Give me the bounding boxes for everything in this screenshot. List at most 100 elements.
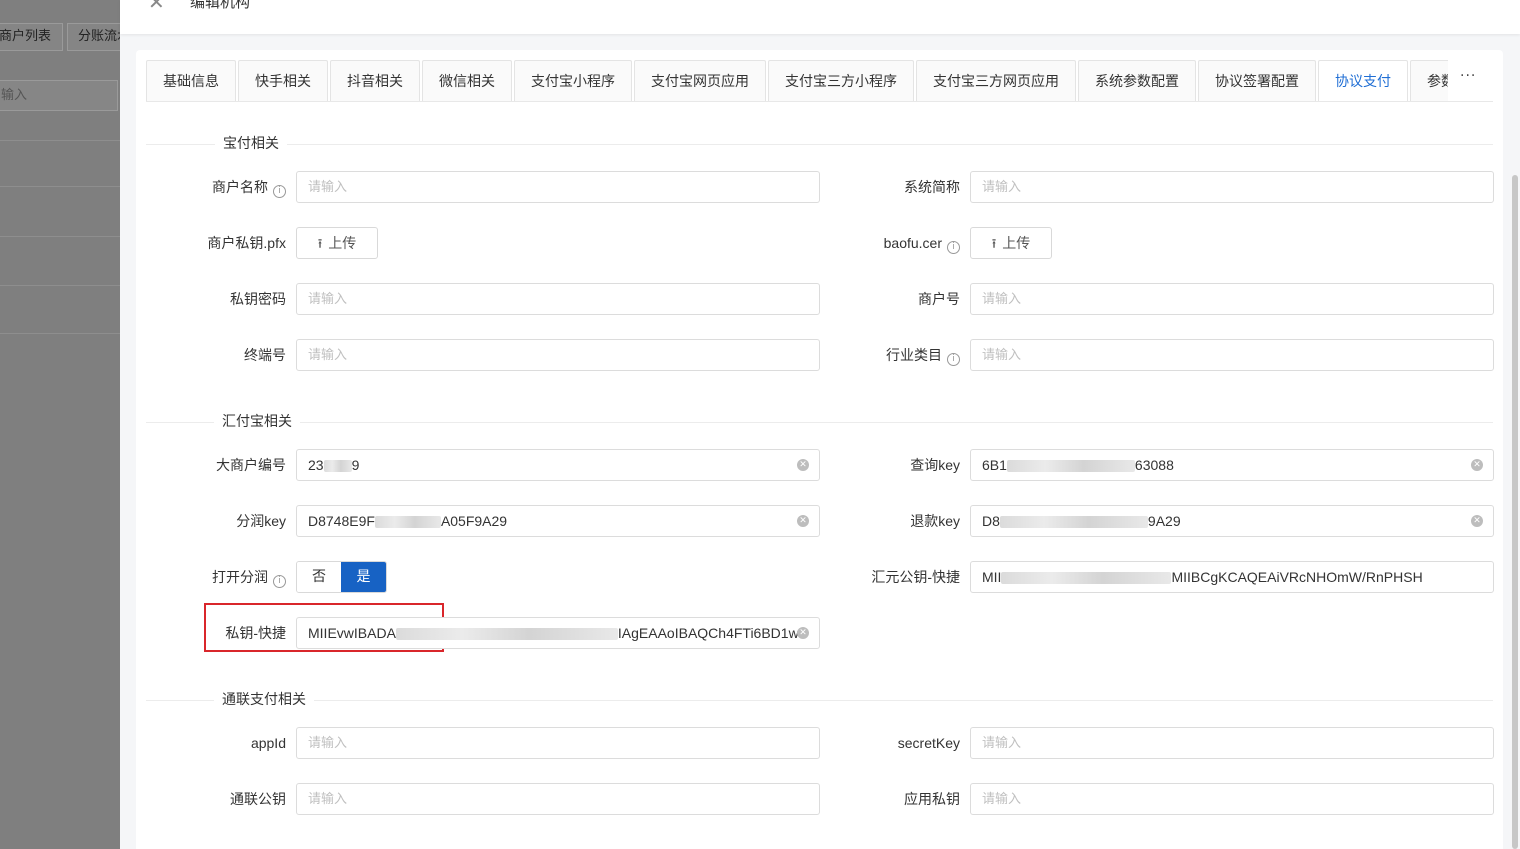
tab-basic-info[interactable]: 基础信息 bbox=[146, 60, 236, 102]
tab-alipay-third-miniapp[interactable]: 支付宝三方小程序 bbox=[768, 60, 914, 102]
tab-alipay-miniapp[interactable]: 支付宝小程序 bbox=[514, 60, 632, 102]
upload-icon: ⭱ bbox=[991, 236, 997, 251]
big-merchant-no-input[interactable]: 23 9 ✕ bbox=[296, 449, 820, 481]
industry-category-label-text: 行业类目 bbox=[886, 347, 942, 363]
system-short-name-label: 系统简称 bbox=[904, 179, 960, 195]
open-split-label-text: 打开分润 bbox=[212, 569, 268, 585]
tonglian-public-key-input[interactable]: 请输入 bbox=[296, 783, 820, 815]
more-tabs-icon[interactable]: ··· bbox=[1460, 68, 1476, 84]
section-title-tonglian: 通联支付相关 bbox=[214, 690, 314, 710]
section-divider bbox=[146, 422, 1493, 423]
bg-divider bbox=[0, 285, 120, 286]
huiyuan-public-key-input[interactable]: MII MIIBCgKCAQEAiVRcNHOmW/RnPHSH bbox=[970, 561, 1494, 593]
tab-kuaishou[interactable]: 快手相关 bbox=[238, 60, 328, 102]
tab-system-params[interactable]: 系统参数配置 bbox=[1078, 60, 1196, 102]
clear-icon[interactable]: ✕ bbox=[797, 515, 809, 527]
blurred-text bbox=[395, 628, 618, 641]
merchant-name-label: 商户名称 i bbox=[212, 177, 286, 198]
value-start: D8748E9F bbox=[308, 513, 375, 529]
merchant-name-label-text: 商户名称 bbox=[212, 179, 268, 195]
industry-category-label: 行业类目 i bbox=[886, 345, 960, 366]
split-key-input[interactable]: D8748E9F A05F9A29 ✕ bbox=[296, 505, 820, 537]
edit-drawer: ✕ 编辑机构 基础信息 快手相关 抖音相关 微信相关 支付宝小程序 支付宝网页应… bbox=[120, 0, 1520, 849]
info-icon[interactable]: i bbox=[947, 353, 960, 366]
query-key-label: 查询key bbox=[910, 457, 960, 473]
split-key-label: 分润key bbox=[236, 513, 286, 529]
merchant-private-key-upload-button[interactable]: ⭱ 上传 bbox=[296, 227, 378, 259]
baofu-cer-label: baofu.cer i bbox=[884, 233, 960, 254]
industry-category-input[interactable]: 请输入 bbox=[970, 339, 1494, 371]
info-icon[interactable]: i bbox=[273, 185, 286, 198]
refund-key-label: 退款key bbox=[910, 513, 960, 529]
private-key-password-label: 私钥密码 bbox=[230, 291, 286, 307]
close-icon[interactable]: ✕ bbox=[148, 0, 168, 12]
terminal-no-input[interactable]: 请输入 bbox=[296, 339, 820, 371]
scrollbar-thumb[interactable] bbox=[1512, 175, 1518, 849]
form-card: 基础信息 快手相关 抖音相关 微信相关 支付宝小程序 支付宝网页应用 支付宝三方… bbox=[136, 50, 1503, 849]
value-end: 9A29 bbox=[1147, 513, 1181, 529]
query-key-input[interactable]: 6B1 63088 ✕ bbox=[970, 449, 1494, 481]
clear-icon[interactable]: ✕ bbox=[797, 627, 809, 639]
system-short-name-input[interactable]: 请输入 bbox=[970, 171, 1494, 203]
app-private-key-input[interactable]: 请输入 bbox=[970, 783, 1494, 815]
private-key-password-input[interactable]: 请输入 bbox=[296, 283, 820, 315]
bg-divider bbox=[0, 186, 120, 187]
value-start: D8 bbox=[982, 513, 1000, 529]
toggle-option-no[interactable]: 否 bbox=[297, 562, 342, 592]
toggle-option-yes[interactable]: 是 bbox=[341, 562, 386, 592]
app-id-label: appId bbox=[250, 735, 286, 751]
terminal-no-label: 终端号 bbox=[244, 347, 286, 363]
tab-alipay-web[interactable]: 支付宝网页应用 bbox=[634, 60, 766, 102]
bg-divider bbox=[0, 140, 120, 141]
clear-icon[interactable]: ✕ bbox=[1471, 459, 1483, 471]
open-split-label: 打开分润 i bbox=[212, 567, 286, 588]
section-divider bbox=[146, 144, 1493, 145]
tab-wechat[interactable]: 微信相关 bbox=[422, 60, 512, 102]
upload-button-label: 上传 bbox=[1002, 235, 1031, 251]
clear-icon[interactable]: ✕ bbox=[797, 459, 809, 471]
huiyuan-public-key-label: 汇元公钥-快捷 bbox=[871, 569, 960, 585]
open-split-toggle[interactable]: 否 是 bbox=[296, 561, 387, 593]
bg-divider bbox=[0, 333, 120, 334]
tab-alipay-third-web[interactable]: 支付宝三方网页应用 bbox=[916, 60, 1076, 102]
bg-divider bbox=[0, 236, 120, 237]
clear-icon[interactable]: ✕ bbox=[1471, 515, 1483, 527]
value-end: A05F9A29 bbox=[440, 513, 508, 529]
value-start: 23 bbox=[308, 457, 324, 473]
value-end: MIIBCgKCAQEAiVRcNHOmW/RnPHSH bbox=[1171, 569, 1423, 585]
value-start: MIIEvwIBADA bbox=[308, 625, 396, 641]
drawer-title: 编辑机构 bbox=[190, 0, 251, 11]
tab-agreement-pay[interactable]: 协议支付 bbox=[1318, 60, 1408, 102]
secret-key-label: secretKey bbox=[897, 735, 960, 751]
baofu-cer-label-text: baofu.cer bbox=[883, 235, 942, 251]
info-icon[interactable]: i bbox=[947, 241, 960, 254]
value-start: MII bbox=[982, 569, 1002, 585]
secret-key-input[interactable]: 请输入 bbox=[970, 727, 1494, 759]
section-title-baofu: 宝付相关 bbox=[215, 134, 287, 154]
bg-tab-merchant-list: 商户列表 bbox=[0, 23, 63, 51]
upload-button-label: 上传 bbox=[328, 235, 357, 251]
merchant-name-input[interactable]: 请输入 bbox=[296, 171, 820, 203]
section-divider bbox=[146, 700, 1493, 701]
bg-search-input: 输入 bbox=[0, 80, 118, 111]
merchant-no-label: 商户号 bbox=[918, 291, 960, 307]
blurred-text bbox=[1001, 572, 1172, 585]
tab-params[interactable]: 参数 bbox=[1410, 60, 1448, 102]
baofu-cer-upload-button[interactable]: ⭱ 上传 bbox=[970, 227, 1052, 259]
value-start: 6B1 bbox=[982, 457, 1007, 473]
tab-douyin[interactable]: 抖音相关 bbox=[330, 60, 420, 102]
private-key-quick-input[interactable]: MIIEvwIBADA IAgEAAoIBAQCh4FTi6BD1wl ✕ bbox=[296, 617, 820, 649]
section-title-huifubao: 汇付宝相关 bbox=[214, 412, 300, 432]
app-id-input[interactable]: 请输入 bbox=[296, 727, 820, 759]
tonglian-public-key-label: 通联公钥 bbox=[230, 791, 286, 807]
blurred-text bbox=[999, 516, 1148, 529]
tab-agreement-sign[interactable]: 协议签署配置 bbox=[1198, 60, 1316, 102]
bg-tab-split-flow: 分账流水 bbox=[67, 23, 127, 51]
info-icon[interactable]: i bbox=[273, 575, 286, 588]
value-end: 9 bbox=[351, 457, 360, 473]
value-end: IAgEAAoIBAQCh4FTi6BD1wl bbox=[617, 625, 802, 641]
refund-key-input[interactable]: D8 9A29 ✕ bbox=[970, 505, 1494, 537]
value-end: 63088 bbox=[1134, 457, 1174, 473]
background-page: 商户列表 分账流水 输入 bbox=[0, 0, 130, 849]
merchant-no-input[interactable]: 请输入 bbox=[970, 283, 1494, 315]
